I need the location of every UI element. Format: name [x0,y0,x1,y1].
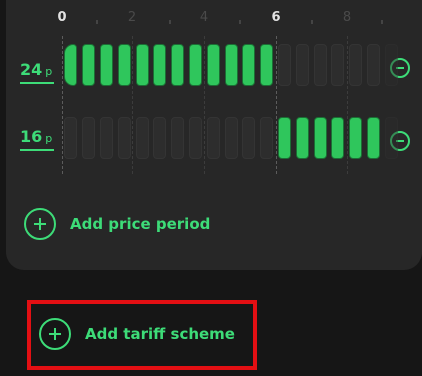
empty-slot[interactable] [242,117,256,159]
active-slot[interactable] [295,117,309,159]
empty-slot[interactable] [64,117,78,159]
tariff-card: 0 2 4 6 8 24 p 16 p Add price period [6,0,422,270]
empty-slot[interactable] [260,117,274,159]
active-slot[interactable] [153,44,167,86]
active-slot[interactable] [100,44,113,86]
price-underline [20,149,54,151]
active-slot[interactable] [224,44,238,86]
empty-slot[interactable] [384,117,398,159]
hour-label-4: 4 [199,10,209,25]
active-slot[interactable] [135,44,149,86]
price-value: 16 [20,127,43,146]
empty-slot[interactable] [384,44,398,86]
add-price-period-button[interactable]: Add price period [24,208,210,240]
active-slot[interactable] [64,44,78,86]
active-slot[interactable] [278,117,291,159]
empty-slot[interactable] [295,44,309,86]
empty-slot[interactable] [100,117,113,159]
empty-slot[interactable] [367,44,380,86]
price-unit: p [45,132,53,145]
hour-label-6: 6 [271,10,281,25]
active-slot[interactable] [349,117,363,159]
empty-slot[interactable] [117,117,131,159]
period-price-24[interactable]: 24 p [20,61,52,81]
empty-slot[interactable] [135,117,149,159]
active-slot[interactable] [189,44,202,86]
empty-slot[interactable] [206,117,220,159]
hour-label-8: 8 [342,10,352,25]
grid-line [204,36,205,174]
active-slot[interactable] [367,117,380,159]
tick-mark [311,20,313,24]
tariff-screen: 0 2 4 6 8 24 p 16 p Add price period Add… [0,0,422,376]
grid-line [62,36,63,174]
grid-line [276,36,277,174]
add-price-period-label: Add price period [70,215,211,233]
empty-slot[interactable] [189,117,202,159]
price-unit: p [45,65,53,78]
period-price-16[interactable]: 16 p [20,128,52,148]
hour-label-0: 0 [57,10,67,25]
empty-slot[interactable] [82,117,96,159]
grid-line [132,36,133,174]
tick-mark [381,20,383,24]
hour-label-2: 2 [127,10,137,25]
empty-slot[interactable] [171,117,185,159]
empty-slot[interactable] [331,44,345,86]
active-slot[interactable] [331,117,345,159]
active-slot[interactable] [242,44,256,86]
tick-mark [96,20,98,24]
empty-slot[interactable] [224,117,238,159]
price-value: 24 [20,60,43,79]
plus-circle-icon [24,208,56,240]
highlight-box [27,300,257,370]
empty-slot[interactable] [153,117,167,159]
empty-slot[interactable] [349,44,363,86]
price-underline [20,82,54,84]
tick-mark [239,20,241,24]
tick-mark [169,20,171,24]
grid-line [347,36,348,174]
active-slot[interactable] [171,44,185,86]
empty-slot[interactable] [313,44,327,86]
empty-slot[interactable] [278,44,291,86]
active-slot[interactable] [260,44,274,86]
active-slot[interactable] [206,44,220,86]
active-slot[interactable] [313,117,327,159]
active-slot[interactable] [82,44,96,86]
active-slot[interactable] [117,44,131,86]
